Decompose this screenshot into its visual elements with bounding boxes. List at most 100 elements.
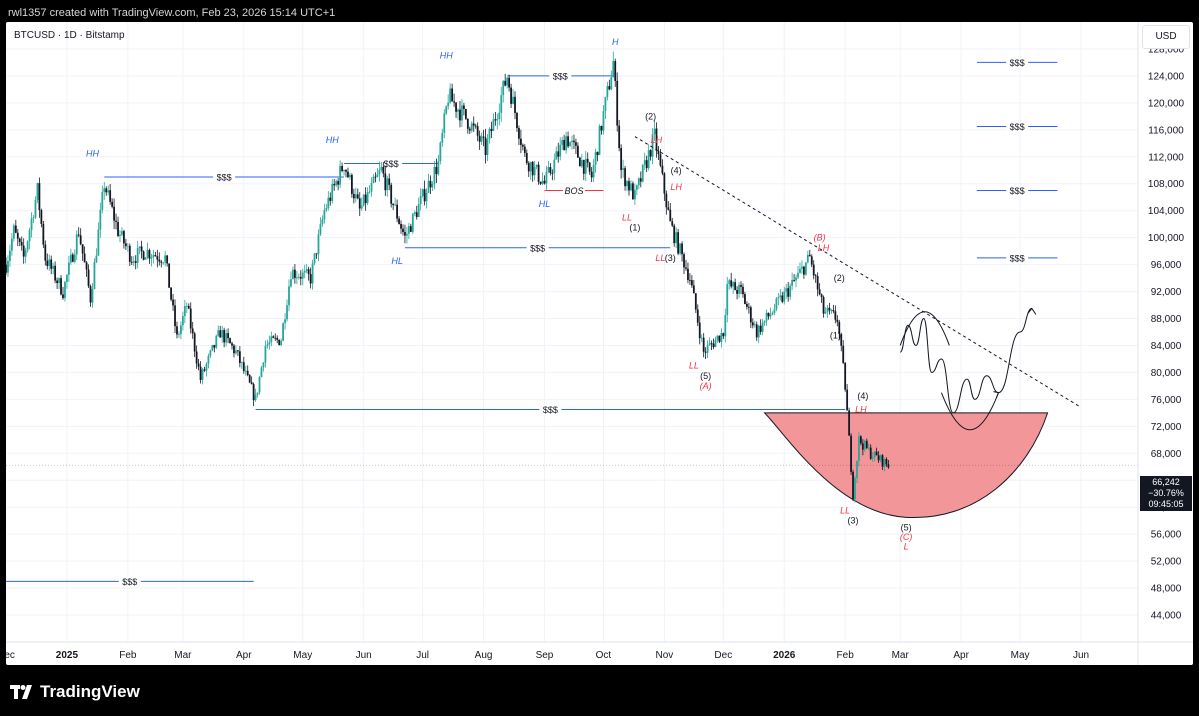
liquidity-label: $$$	[1010, 253, 1025, 263]
candle-body	[231, 343, 233, 346]
candle-body	[869, 447, 872, 459]
candle-body	[706, 345, 709, 353]
candle-body	[168, 263, 171, 288]
candle-body	[66, 274, 68, 282]
structure-label: LH	[818, 243, 830, 253]
currency-button[interactable]: USD	[1142, 25, 1190, 49]
candle-body	[565, 136, 568, 151]
candle-body	[575, 142, 577, 146]
candle-body	[321, 219, 324, 224]
candle-body	[659, 154, 662, 166]
candle-body	[712, 343, 715, 347]
candle-body	[716, 335, 719, 340]
candle-body	[211, 344, 214, 351]
price-tick-label: 124,000	[1148, 71, 1185, 82]
candle-body	[313, 253, 316, 264]
candle-body	[698, 322, 701, 339]
candle-body	[588, 162, 591, 172]
candle-body	[525, 152, 528, 164]
candle-body	[478, 135, 481, 142]
candle-body	[850, 435, 852, 472]
candle-body	[765, 312, 768, 321]
time-tick-label: Jun	[356, 650, 372, 661]
candle-body	[466, 118, 469, 129]
candle-body	[38, 183, 41, 211]
candle-body	[252, 384, 255, 401]
candle-body	[421, 189, 424, 196]
projection-arc-arrow	[993, 391, 1000, 398]
structure-label: H	[612, 37, 619, 47]
candle-body	[779, 295, 782, 298]
candle-body	[398, 218, 400, 224]
tradingview-logo[interactable]: TradingView	[10, 682, 140, 702]
candle-body	[345, 169, 347, 172]
candle-body	[392, 203, 395, 206]
candle-body	[423, 189, 426, 202]
candle-body	[229, 338, 231, 344]
candle-body	[264, 345, 267, 363]
candle-body	[260, 367, 263, 378]
candle-body	[195, 351, 198, 364]
candle-body	[199, 366, 202, 380]
price-tick-label: 88,000	[1151, 314, 1182, 325]
candle-body	[582, 159, 585, 174]
candle-body	[516, 112, 518, 129]
candle-body	[242, 362, 245, 372]
candle-body	[740, 284, 742, 287]
liquidity-label: $$$	[530, 243, 545, 253]
candle-body	[396, 204, 398, 219]
candle-body	[757, 325, 760, 338]
candle-body	[486, 139, 489, 156]
candle-body	[826, 307, 829, 313]
chart-panel[interactable]: $$$ $$$ $$$ $$$ $$$ $$$ $$$ $$$ $$$ $$$ BOS HH HH HH…	[6, 22, 1193, 665]
candle-body	[109, 190, 112, 202]
candle-body	[763, 320, 766, 323]
candle-body	[14, 225, 17, 233]
candle-body	[62, 294, 64, 299]
candle-body	[250, 382, 253, 385]
candle-body	[20, 241, 23, 246]
symbol-label[interactable]: BTCUSD · 1D · Bitstamp	[14, 30, 125, 41]
time-tick-label: Mar	[174, 650, 192, 661]
structure-label: L	[904, 541, 909, 551]
candle-body	[75, 234, 78, 255]
candle-body	[79, 235, 82, 245]
price-chart[interactable]: $$$$$$$$$$$$$$$$$$$$$$$$$$$$$$BOS HHHHHH…	[6, 22, 1193, 665]
candle-body	[533, 166, 536, 176]
candle-body	[783, 291, 786, 302]
candle-body	[472, 123, 475, 126]
candle-body	[95, 255, 98, 263]
candle-body	[576, 145, 579, 158]
candle-body	[140, 246, 143, 252]
time-tick-label: May	[293, 650, 312, 661]
candle-body	[67, 262, 70, 275]
candle-body	[309, 274, 312, 284]
candle-body	[394, 204, 397, 206]
liquidity-label: $$$	[543, 405, 558, 415]
candle-body	[297, 276, 300, 278]
projection-arrowhead	[1027, 307, 1037, 315]
candle-body	[781, 295, 784, 302]
candle-body	[319, 223, 322, 235]
structure-label: LH	[651, 135, 663, 145]
candle-body	[160, 261, 163, 263]
candle-body	[115, 220, 117, 222]
candle-body	[539, 181, 542, 184]
candle-body	[378, 170, 381, 175]
candle-body	[563, 139, 566, 151]
candle-body	[329, 197, 332, 201]
candle-body	[801, 266, 803, 269]
candle-body	[187, 305, 190, 309]
candle-body	[223, 330, 226, 343]
candle-body	[176, 326, 178, 335]
candle-body	[6, 264, 7, 273]
candle-body	[578, 157, 581, 167]
candle-body	[726, 284, 729, 316]
candle-body	[624, 168, 626, 187]
candle-body	[518, 128, 520, 139]
projection-layer	[899, 307, 1037, 431]
candle-body	[795, 277, 797, 281]
candle-body	[56, 280, 58, 284]
candle-body	[459, 109, 461, 121]
candle-body	[632, 183, 634, 200]
